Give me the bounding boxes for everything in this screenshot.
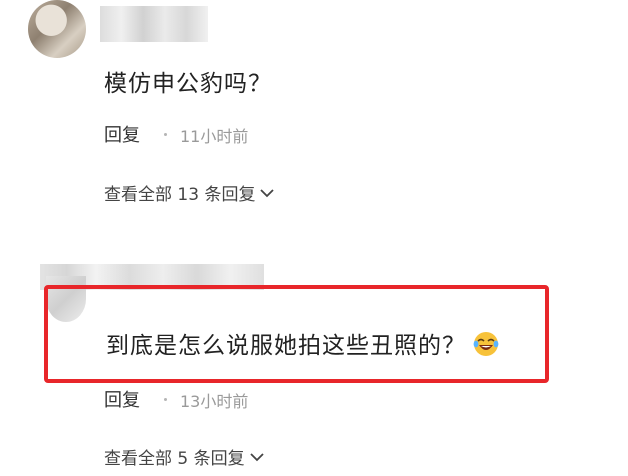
comment-timestamp: 11小时前: [180, 127, 249, 146]
separator-dot: [164, 398, 167, 401]
comment-thread: 模仿申公豹吗？ 回复 11小时前 查看全部 13 条回复 到底是怎么说服她拍这些…: [0, 0, 628, 476]
view-replies-label: 查看全部 5 条回复: [104, 449, 245, 469]
view-all-replies-link[interactable]: 查看全部 13 条回复: [104, 180, 275, 205]
comment-text: 到底是怎么说服她拍这些丑照的？: [106, 326, 500, 361]
view-replies-label: 查看全部 13 条回复: [104, 185, 256, 205]
reply-button[interactable]: 回复: [104, 386, 140, 412]
laughing-tears-emoji-icon: [473, 331, 499, 356]
view-all-replies-link[interactable]: 查看全部 5 条回复: [104, 444, 265, 469]
separator-dot: [164, 133, 167, 136]
username-blurred: [100, 6, 208, 42]
comment-text: 模仿申公豹吗？: [104, 71, 272, 97]
comment-text-content: 到底是怎么说服她拍这些丑照的？: [106, 333, 466, 359]
reply-button[interactable]: 回复: [104, 121, 140, 147]
chevron-down-icon: [260, 188, 275, 197]
chevron-down-icon: [249, 452, 264, 461]
avatar[interactable]: [28, 0, 86, 58]
comment-timestamp: 13小时前: [180, 392, 249, 411]
